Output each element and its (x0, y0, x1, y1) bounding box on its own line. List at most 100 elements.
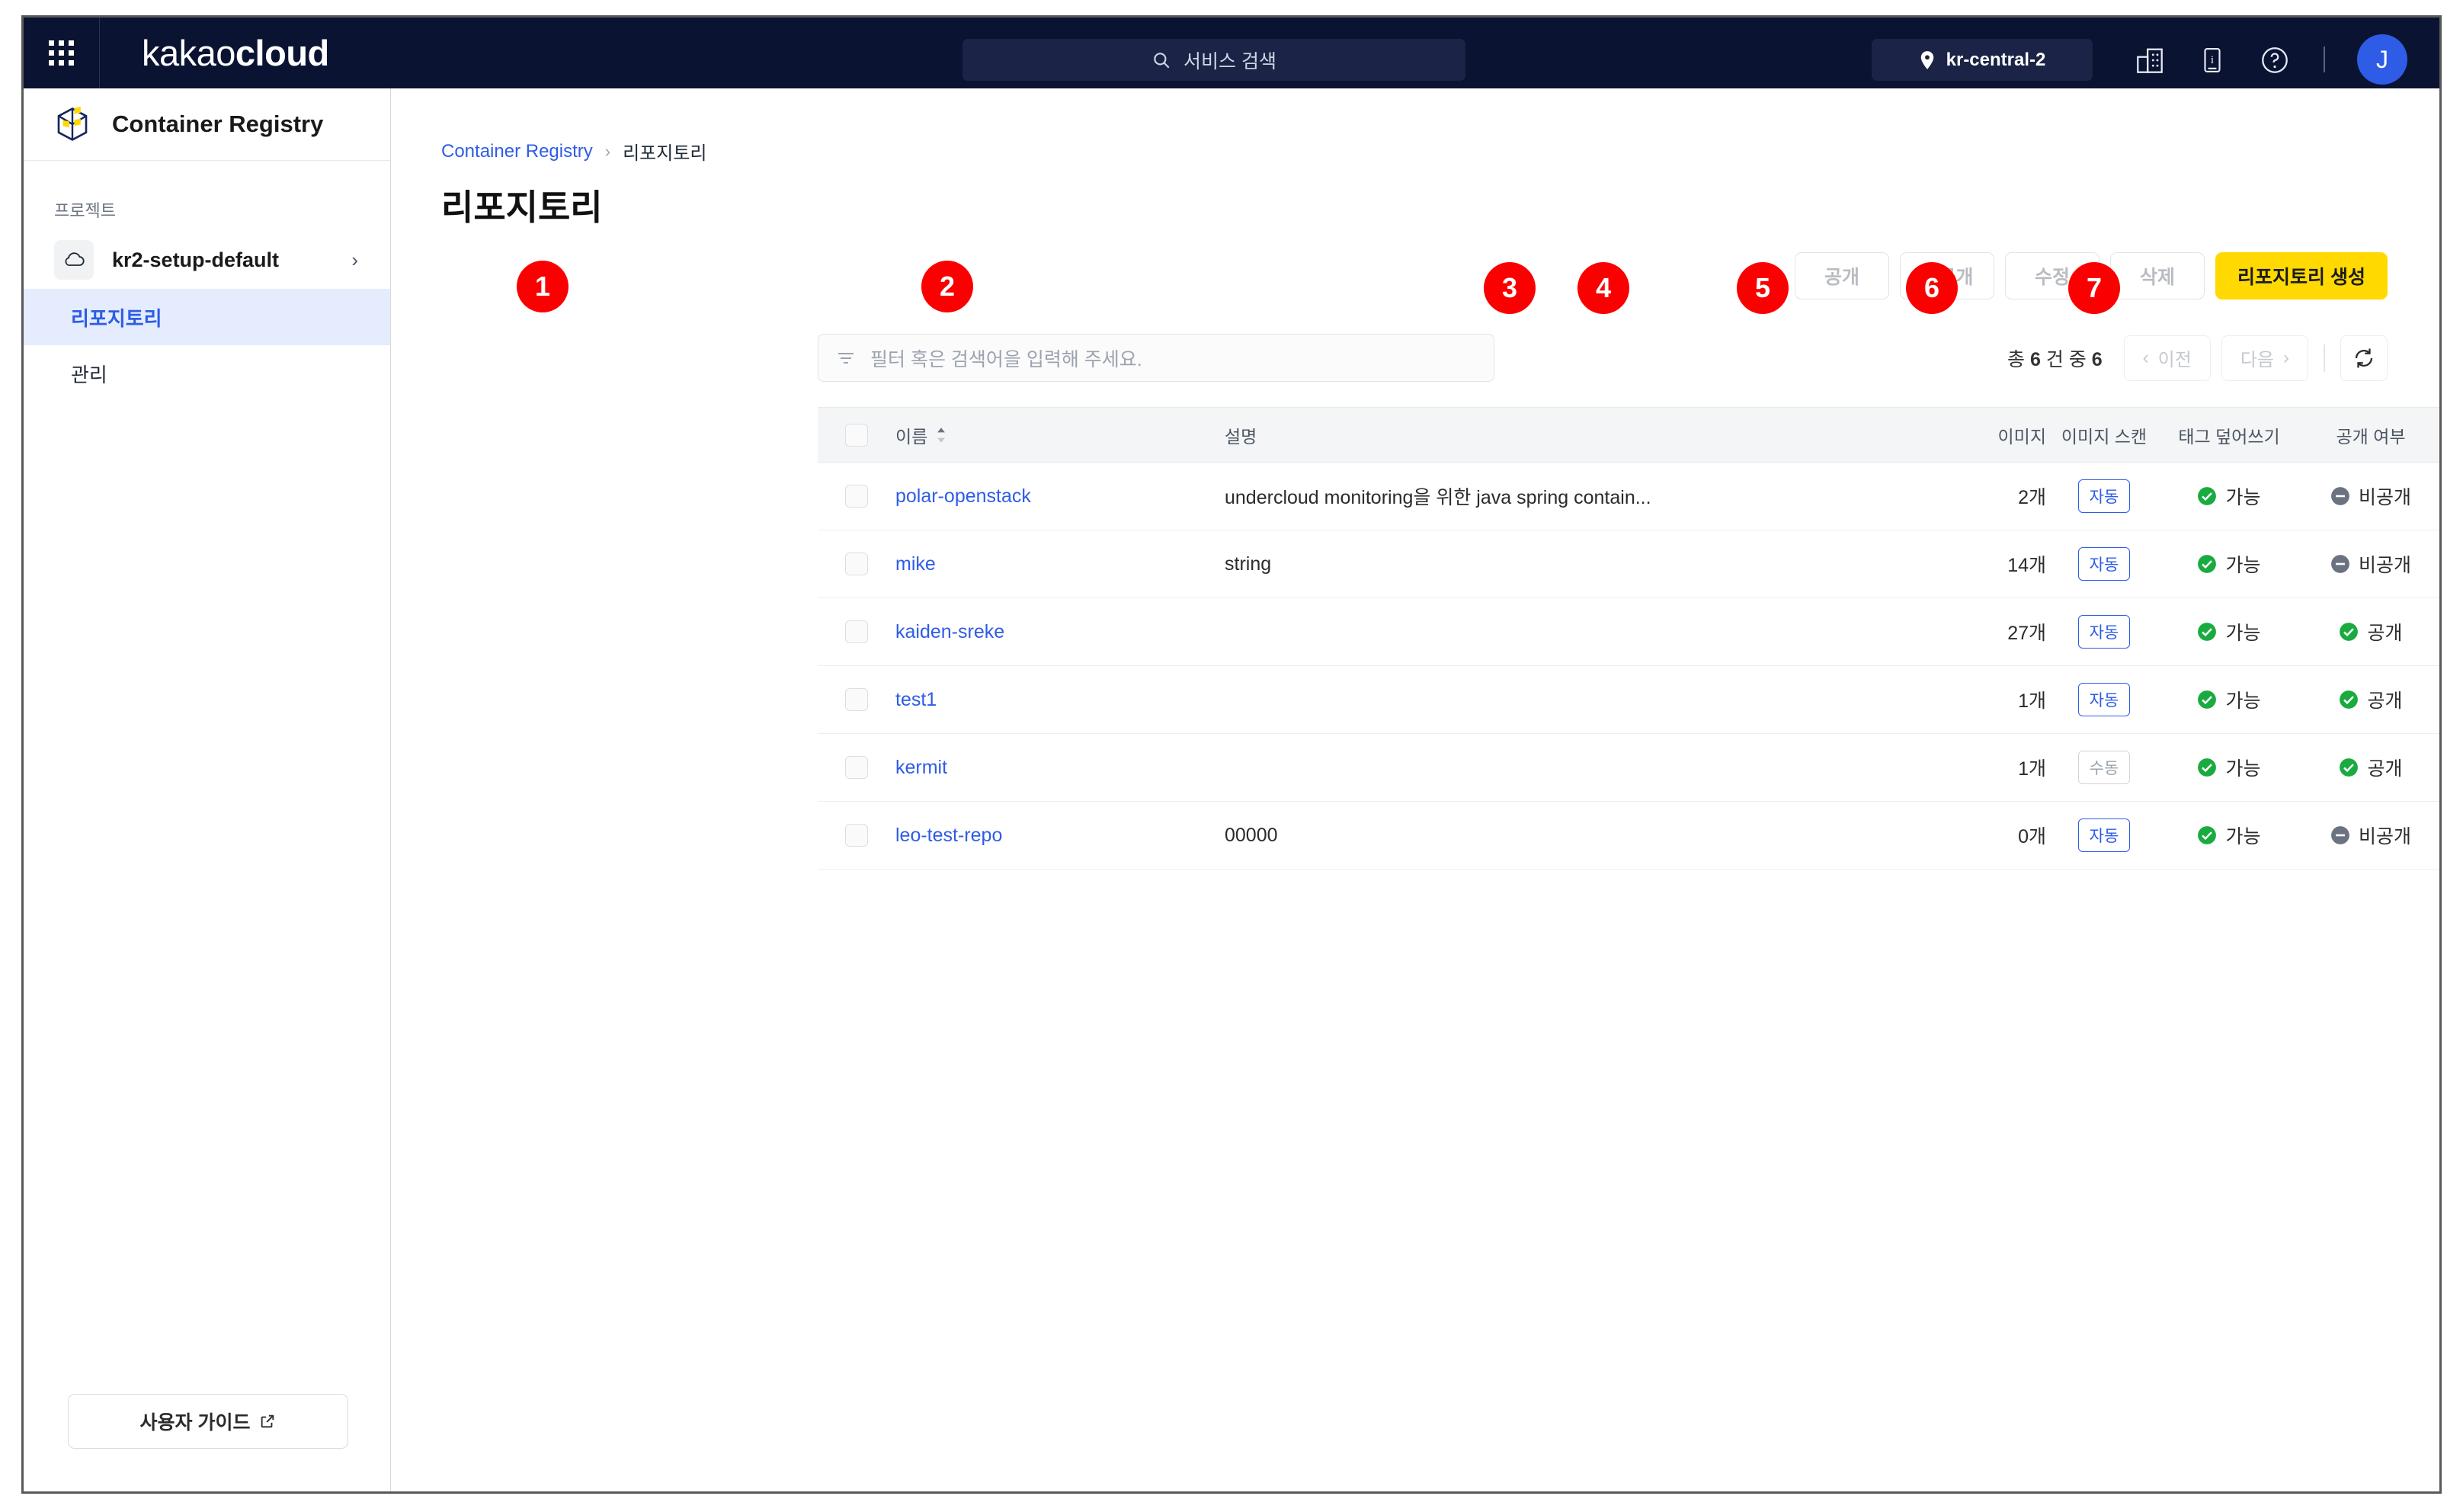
sidebar-item-management[interactable]: 관리 (24, 345, 390, 402)
repository-name-cell: test1 (895, 689, 1225, 711)
prev-page-label: 이전 (2157, 350, 2192, 370)
tag-overwrite-label: 가능 (2225, 487, 2261, 508)
svg-text:i: i (2211, 54, 2214, 66)
top-navigation-bar: kakaocloud 서비스 검색 kr-central-2 i J (24, 18, 2439, 88)
column-label: 태그 덮어쓰기 (2178, 426, 2280, 447)
row-checkbox[interactable] (845, 824, 868, 847)
sidebar-item-repository[interactable]: 리포지토리 (24, 289, 390, 345)
filter-icon (838, 352, 854, 364)
image-scan-cell: 자동 (2046, 547, 2162, 581)
visibility-cell: 비공개 (2296, 822, 2439, 849)
sidebar-project-selector[interactable]: kr2-setup-default › (43, 231, 370, 289)
annotation-badge-7: 7 (2068, 262, 2120, 314)
refresh-icon (2355, 348, 2373, 367)
table-row[interactable]: leo-test-repo000000개자동가능비공개2023.07.04 (화… (818, 802, 2439, 870)
service-search-box[interactable]: 서비스 검색 (962, 39, 1465, 81)
annotation-badge-6: 6 (1906, 262, 1958, 314)
breadcrumb: Container Registry › 리포지토리 (441, 138, 706, 165)
tag-overwrite-status: 가능 (2197, 550, 2261, 578)
image-count: 2개 (2018, 487, 2046, 508)
row-checkbox[interactable] (845, 485, 868, 508)
annotation-badge-2: 2 (921, 261, 973, 312)
building-icon[interactable] (2130, 40, 2170, 80)
create-repository-button[interactable]: 리포지토리 생성 (2215, 252, 2388, 300)
row-checkbox[interactable] (845, 553, 868, 575)
table-row[interactable]: kaiden-sreke27개자동가능공개2024.02.07 (수) 17:2… (818, 598, 2439, 666)
sidebar-service-header[interactable]: Container Registry (24, 88, 390, 161)
visibility-status: 비공개 (2330, 482, 2411, 510)
repository-name-cell: kermit (895, 757, 1225, 779)
repository-table: 이름 설명 이미지 이미지 스캔 태그 덮어쓰기 공개 여부 polar-ope… (818, 407, 2439, 870)
tag-overwrite-label: 가능 (2225, 623, 2261, 644)
next-page-button[interactable]: 다음 › (2221, 335, 2308, 381)
image-scan-badge: 자동 (2078, 479, 2130, 513)
avatar[interactable]: J (2357, 34, 2407, 85)
sidebar-service-name: Container Registry (112, 111, 324, 137)
image-count-cell: 2개 (1932, 482, 2046, 510)
visibility-status: 공개 (2339, 686, 2403, 713)
repository-description-cell: undercloud monitoring을 위한 java spring co… (1225, 482, 1932, 510)
region-selector[interactable]: kr-central-2 (1872, 39, 2093, 81)
page-title: 리포지토리 (441, 187, 603, 227)
table-row[interactable]: polar-openstack undercloud monitoring을 위한… (818, 463, 2439, 530)
result-count: 총 6 건 중 6 (2007, 348, 2103, 370)
row-checkbox-cell (818, 553, 895, 575)
row-checkbox-cell (818, 756, 895, 779)
notice-board-icon[interactable]: i (2192, 40, 2232, 80)
select-all-checkbox[interactable] (845, 423, 868, 447)
repository-description-cell: string (1225, 553, 1932, 575)
tag-overwrite-cell: 가능 (2162, 618, 2296, 645)
image-scan-badge: 자동 (2078, 683, 2130, 716)
row-checkbox[interactable] (845, 756, 868, 779)
visibility-label: 비공개 (2358, 826, 2411, 847)
user-guide-button[interactable]: 사용자 가이드 (68, 1394, 348, 1449)
brand-logo[interactable]: kakaocloud (142, 32, 329, 74)
repository-name-link[interactable]: polar-openstack (895, 485, 1031, 508)
brand-light-text: kakao (142, 33, 235, 73)
image-scan-cell: 수동 (2046, 751, 2162, 784)
tag-overwrite-status: 가능 (2197, 754, 2261, 781)
repository-description: undercloud monitoring을 위한 java spring co… (1225, 487, 1651, 508)
region-label: kr-central-2 (1946, 49, 2046, 70)
help-circle-icon[interactable] (2255, 40, 2295, 80)
repository-name-link[interactable]: leo-test-repo (895, 825, 1002, 847)
check-circle-icon (2340, 623, 2359, 641)
visibility-cell: 공개 (2296, 618, 2439, 645)
image-scan-cell: 자동 (2046, 818, 2162, 852)
table-row[interactable]: kermit1개수동가능공개2023.12.07 (목) 15:29:... (818, 734, 2439, 802)
delete-button[interactable]: 삭제 (2110, 252, 2205, 300)
tag-overwrite-label: 가능 (2225, 826, 2261, 847)
repository-name-link[interactable]: test1 (895, 689, 937, 711)
set-public-button[interactable]: 공개 (1795, 252, 1890, 300)
refresh-button[interactable] (2340, 335, 2388, 381)
image-count-cell: 0개 (1932, 822, 2046, 849)
breadcrumb-separator: › (604, 141, 611, 161)
tag-overwrite-status: 가능 (2197, 686, 2261, 713)
table-header-row: 이름 설명 이미지 이미지 스캔 태그 덮어쓰기 공개 여부 (818, 408, 2439, 463)
next-page-label: 다음 (2240, 350, 2274, 370)
repository-name-link[interactable]: kaiden-sreke (895, 621, 1004, 643)
chevron-left-icon: ‹ (2142, 347, 2149, 368)
visibility-status: 비공개 (2330, 550, 2411, 578)
check-circle-icon (2198, 758, 2217, 777)
service-search-placeholder: 서비스 검색 (1183, 50, 1276, 72)
row-checkbox[interactable] (845, 688, 868, 711)
repository-name-link[interactable]: kermit (895, 757, 947, 779)
visibility-label: 공개 (2367, 623, 2403, 644)
table-row[interactable]: mikestring14개자동가능비공개2024.06.04 (화) 14:24… (818, 530, 2439, 598)
row-checkbox[interactable] (845, 620, 868, 643)
row-checkbox-cell (818, 688, 895, 711)
column-header-name[interactable]: 이름 (895, 422, 1225, 448)
repository-name-link[interactable]: mike (895, 553, 936, 575)
filter-input[interactable]: 필터 혹은 검색어을 입력해 주세요. (818, 334, 1494, 382)
minus-circle-icon (2331, 487, 2349, 505)
image-scan-cell: 자동 (2046, 683, 2162, 716)
external-link-icon (261, 1414, 274, 1428)
image-count-cell: 1개 (1932, 686, 2046, 713)
breadcrumb-root[interactable]: Container Registry (441, 141, 593, 162)
tag-overwrite-status: 가능 (2197, 822, 2261, 849)
prev-page-button[interactable]: ‹ 이전 (2123, 335, 2211, 381)
tag-overwrite-status: 가능 (2197, 482, 2261, 510)
apps-grid-icon[interactable] (24, 18, 100, 88)
table-row[interactable]: test11개자동가능공개2024.01.23 (화) 08:59:... (818, 666, 2439, 734)
